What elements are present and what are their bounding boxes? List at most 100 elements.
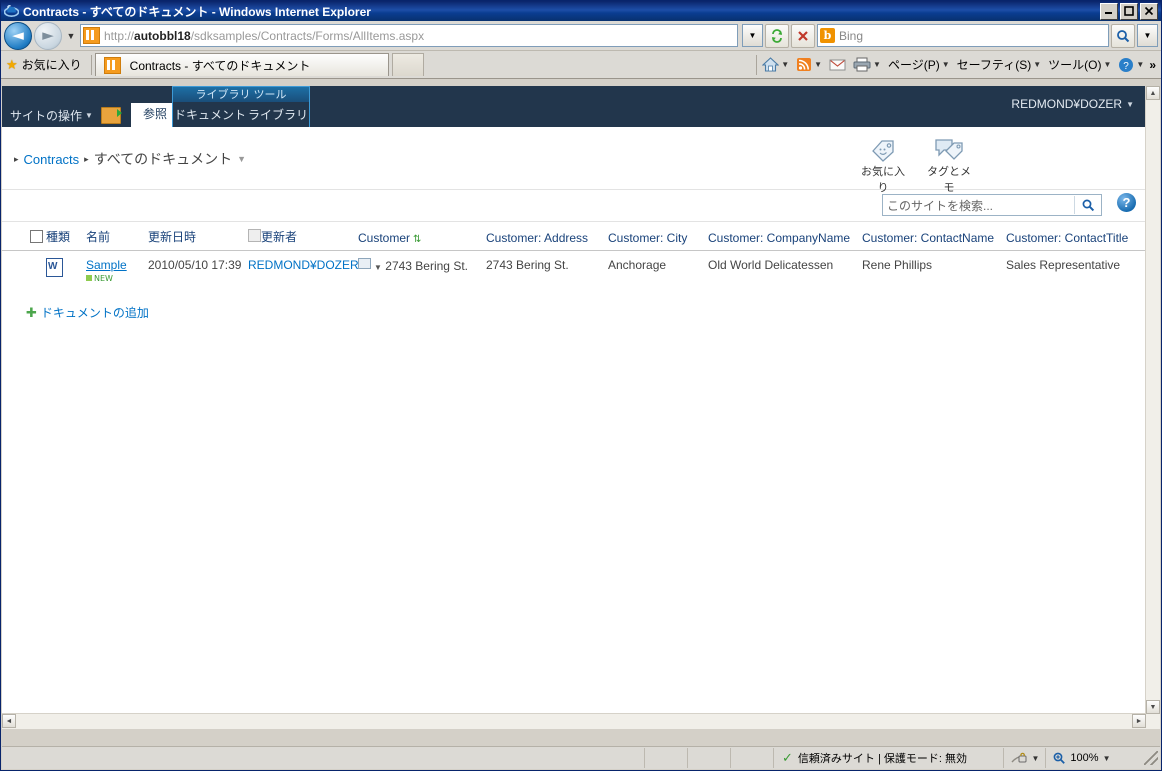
tab-library[interactable]: ライブラリ	[248, 106, 308, 123]
print-button[interactable]: ▼	[851, 56, 883, 73]
recent-pages-dropdown[interactable]: ▼	[64, 31, 78, 41]
cell-select[interactable]	[2, 251, 44, 291]
tags-notes-icon	[922, 133, 976, 163]
minimize-button[interactable]	[1100, 2, 1118, 20]
safety-menu[interactable]: セーフティ(S) ▼	[955, 55, 1043, 74]
table-row[interactable]: Sample NEW 2010/05/10 17:39 REDMOND¥DOZE…	[2, 251, 1146, 291]
back-button[interactable]: ◄	[4, 21, 32, 50]
refresh-button[interactable]	[765, 23, 789, 48]
browser-tab[interactable]: Contracts - すべてのドキュメント	[94, 53, 389, 76]
library-tools-tabs: ドキュメント ライブラリ	[172, 102, 310, 127]
sharepoint-ribbon: サイトの操作 ▼ 参照 ライブラリ ツール ドキュメント ライブラリ REDMO…	[2, 86, 1146, 127]
chevron-down-icon: ▼	[814, 60, 823, 69]
tags-and-notes-button[interactable]: タグとメモ	[922, 133, 976, 195]
header-customer-companyname[interactable]: Customer: CompanyName	[706, 222, 860, 251]
header-modified-by[interactable]: 更新者	[246, 222, 356, 251]
tab-documents[interactable]: ドキュメント	[174, 106, 246, 123]
header-customer-city[interactable]: Customer: City	[606, 222, 706, 251]
cell-type	[44, 251, 84, 291]
command-bar: ▼ ▼ ▼ ページ(P) ▼ セーフティ(S) ▼ ツール(O) ▼ ? ▼ »	[756, 54, 1159, 75]
status-slot-3	[731, 748, 774, 768]
stop-button[interactable]	[791, 23, 815, 48]
cell-modified: 2010/05/10 17:39	[148, 258, 242, 272]
mail-button[interactable]	[827, 57, 848, 73]
header-customer-contactname[interactable]: Customer: ContactName	[860, 222, 1004, 251]
page-scroll-area: サイトの操作 ▼ 参照 ライブラリ ツール ドキュメント ライブラリ REDMO…	[2, 86, 1146, 714]
new-tab-button[interactable]	[391, 53, 424, 76]
address-input[interactable]: http://autobbl18/sdksamples/Contracts/Fo…	[80, 24, 738, 47]
plus-icon: ✚	[26, 304, 37, 320]
scroll-right-button[interactable]: ►	[1132, 714, 1146, 728]
cell-customer-contacttitle: Sales Representative	[1006, 258, 1121, 272]
address-dropdown-button[interactable]: ▼	[742, 24, 763, 47]
scroll-down-button[interactable]: ▼	[1146, 700, 1160, 714]
navigate-up-icon[interactable]	[100, 106, 122, 124]
site-search-button[interactable]	[1074, 196, 1101, 214]
breadcrumb-site-link[interactable]: Contracts	[24, 152, 80, 167]
add-document-link[interactable]: ✚ ドキュメントの追加	[26, 304, 1146, 321]
site-actions-label: サイトの操作	[10, 108, 83, 123]
header-name[interactable]: 名前	[84, 222, 146, 251]
header-customer-address[interactable]: Customer: Address	[484, 222, 606, 251]
svg-text:?: ?	[1124, 61, 1130, 72]
help-icon[interactable]: ?	[1117, 193, 1136, 212]
document-library-list: 種類 名前 更新日時 更新者 Customer ⇅ Customer: Addre…	[2, 222, 1146, 290]
cell-customer[interactable]: ▼ 2743 Bering St.	[356, 251, 484, 291]
site-search-input[interactable]: このサイトを検索...	[883, 197, 1074, 214]
chevron-down-icon: ▼	[1031, 753, 1040, 763]
browser-window: Contracts - すべてのドキュメント - Windows Interne…	[0, 0, 1162, 771]
search-provider-dropdown[interactable]: ▼	[1137, 24, 1158, 47]
cell-customer-value: 2743 Bering St.	[385, 259, 468, 273]
cell-customer-address: 2743 Bering St.	[486, 258, 569, 272]
chevron-down-icon[interactable]: ▼	[374, 263, 382, 272]
library-tools-title: ライブラリ ツール	[172, 86, 310, 102]
horizontal-scrollbar[interactable]: ◄ ►	[2, 713, 1146, 729]
header-modified[interactable]: 更新日時	[146, 222, 246, 251]
status-bar: ✓ 信頼済みサイト | 保護モード: 無効 ▼ 100% ▼	[2, 746, 1160, 769]
modified-by-user-link[interactable]: REDMOND¥DOZER	[248, 258, 359, 272]
close-button[interactable]	[1140, 2, 1158, 20]
search-input[interactable]: b Bing	[817, 24, 1109, 47]
cell-modified-by[interactable]: REDMOND¥DOZER	[246, 251, 359, 291]
cell-customer-contactname: Rene Phillips	[862, 258, 933, 272]
header-customer[interactable]: Customer ⇅	[356, 222, 484, 251]
scroll-left-button[interactable]: ◄	[2, 714, 16, 728]
tools-menu[interactable]: ツール(O) ▼	[1046, 55, 1113, 74]
security-zone[interactable]: ✓ 信頼済みサイト | 保護モード: 無効	[774, 750, 975, 766]
vertical-scrollbar[interactable]: ▲ ▼	[1145, 86, 1160, 714]
social-actions: お気に入り タグとメモ	[856, 133, 976, 195]
cell-customer-companyname: Old World Delicatessen	[708, 258, 834, 272]
cell-name[interactable]: Sample NEW	[84, 251, 146, 291]
modified-by-indicator-icon	[248, 229, 261, 242]
resize-grip[interactable]	[1143, 751, 1158, 765]
zoom-control[interactable]: 100% ▼	[1046, 748, 1116, 768]
window-title: Contracts - すべてのドキュメント - Windows Interne…	[23, 4, 371, 19]
header-customer-contacttitle[interactable]: Customer: ContactTitle	[1004, 222, 1146, 251]
select-all-checkbox[interactable]	[30, 230, 43, 243]
list-view-dropdown-icon[interactable]: ▼	[237, 154, 246, 164]
help-menu[interactable]: ? ▼	[1116, 56, 1146, 74]
feeds-button[interactable]: ▼	[794, 56, 824, 73]
favorites-bar: ★ お気に入り Contracts - すべてのドキュメント ▼ ▼ ▼ ページ…	[1, 51, 1161, 79]
home-button[interactable]: ▼	[760, 56, 791, 73]
header-type[interactable]: 種類	[44, 222, 84, 251]
header-select-all[interactable]	[2, 222, 44, 251]
i-like-it-button[interactable]: お気に入り	[856, 133, 910, 195]
new-badge-dot	[86, 275, 92, 281]
maximize-button[interactable]	[1120, 2, 1138, 20]
favorites-button[interactable]: ★ お気に入り	[3, 54, 88, 75]
user-menu[interactable]: REDMOND¥DOZER ▼	[1011, 97, 1134, 111]
command-overflow[interactable]: »	[1149, 58, 1156, 72]
privacy-button[interactable]: ▼	[1002, 748, 1047, 768]
document-link[interactable]: Sample	[86, 258, 127, 272]
site-actions-menu[interactable]: サイトの操作 ▼	[2, 107, 93, 124]
chevron-down-icon: ▼	[941, 60, 950, 69]
forward-button[interactable]: ►	[34, 21, 62, 50]
status-message	[2, 748, 645, 768]
scroll-up-button[interactable]: ▲	[1146, 86, 1160, 100]
chevron-down-icon: ▼	[1102, 753, 1111, 763]
site-search-box[interactable]: このサイトを検索...	[882, 194, 1102, 216]
window-controls	[1100, 2, 1160, 20]
page-menu[interactable]: ページ(P) ▼	[886, 55, 952, 74]
search-go-button[interactable]	[1111, 23, 1135, 48]
